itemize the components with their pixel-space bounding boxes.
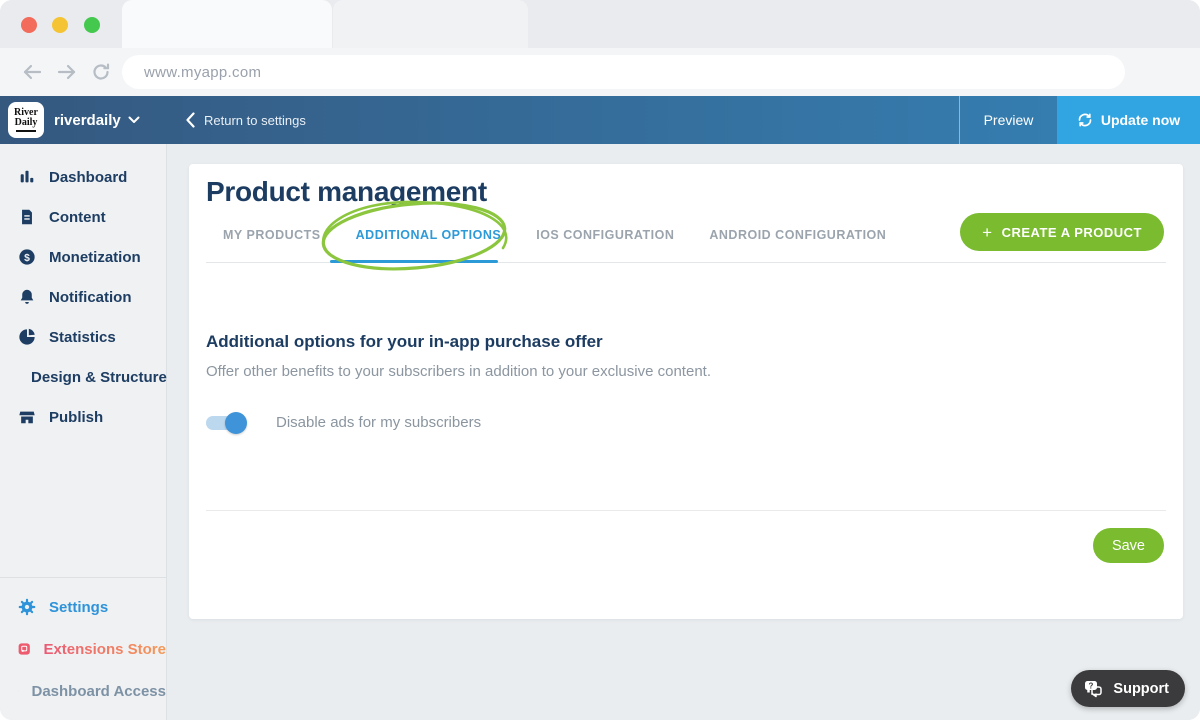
svg-text:?: ?: [1089, 681, 1094, 690]
support-button[interactable]: ? Support: [1071, 670, 1185, 707]
update-now-label: Update now: [1101, 112, 1180, 128]
chevron-left-icon: [186, 112, 195, 128]
extension-icon: [18, 640, 30, 658]
return-to-settings-link[interactable]: Return to settings: [186, 96, 306, 144]
return-to-settings-label: Return to settings: [204, 113, 306, 128]
svg-text:$: $: [24, 253, 30, 264]
sidebar-label: Statistics: [49, 329, 116, 346]
disable-ads-toggle[interactable]: [206, 416, 244, 430]
minimize-window-button[interactable]: [52, 17, 68, 33]
sidebar-label: Notification: [49, 289, 132, 306]
storefront-icon: [18, 408, 36, 426]
sidebar-label: Dashboard Access: [31, 683, 166, 700]
preview-button[interactable]: Preview: [960, 96, 1057, 144]
sidebar-label: Publish: [49, 409, 103, 426]
create-product-button[interactable]: + CREATE A PRODUCT: [960, 213, 1164, 251]
browser-navbar: www.myapp.com: [0, 48, 1200, 96]
account-name: riverdaily: [54, 112, 121, 129]
tab-android-configuration[interactable]: ANDROID CONFIGURATION: [709, 228, 886, 242]
bell-icon: [18, 288, 36, 306]
bar-chart-icon: [18, 168, 36, 186]
page-title: Product management: [206, 176, 487, 208]
refresh-icon: [90, 61, 112, 83]
maximize-window-button[interactable]: [84, 17, 100, 33]
toggle-label: Disable ads for my subscribers: [276, 414, 481, 431]
sidebar-item-settings[interactable]: Settings: [0, 586, 166, 628]
plus-icon: +: [982, 224, 992, 241]
sidebar-label: Extensions Store: [43, 641, 166, 658]
sidebar-item-dashboard[interactable]: Dashboard: [0, 157, 166, 197]
tab-ios-configuration[interactable]: IOS CONFIGURATION: [536, 228, 674, 242]
sidebar-item-extensions-store[interactable]: Extensions Store: [0, 628, 166, 670]
browser-tab-inactive[interactable]: [333, 0, 528, 48]
save-button[interactable]: Save: [1093, 528, 1164, 563]
refresh-button[interactable]: [90, 60, 114, 84]
url-text: www.myapp.com: [144, 64, 261, 81]
sidebar-item-notification[interactable]: Notification: [0, 277, 166, 317]
support-label: Support: [1113, 681, 1169, 697]
address-bar[interactable]: www.myapp.com: [122, 55, 1125, 89]
sidebar-label: Design & Structure: [31, 369, 167, 386]
browser-tab-strip: [0, 0, 1200, 48]
forward-button[interactable]: [55, 60, 79, 84]
browser-tab-active[interactable]: [122, 0, 332, 48]
riverdaily-logo: River Daily: [8, 102, 44, 138]
browser-window: www.myapp.com River Daily riverdaily Ret…: [0, 0, 1200, 720]
sidebar-item-content[interactable]: Content: [0, 197, 166, 237]
toggle-knob: [225, 412, 247, 434]
account-switcher[interactable]: riverdaily: [54, 96, 140, 144]
sidebar: Dashboard Content $ Monetization Notific…: [0, 144, 167, 720]
active-tab-underline: [330, 260, 498, 263]
card-divider: [206, 510, 1166, 511]
sidebar-label: Dashboard: [49, 169, 127, 186]
sidebar-item-monetization[interactable]: $ Monetization: [0, 237, 166, 277]
main-content: Product management MY PRODUCTS ADDITIONA…: [167, 144, 1200, 720]
pie-chart-icon: [18, 328, 36, 346]
sidebar-divider: [0, 577, 166, 578]
back-button[interactable]: [20, 60, 44, 84]
sidebar-label: Monetization: [49, 249, 141, 266]
sidebar-footer: Settings Extensions Store Dashboard Acce…: [0, 577, 166, 720]
update-now-button[interactable]: Update now: [1057, 96, 1200, 144]
section-heading: Additional options for your in-app purch…: [206, 332, 603, 352]
create-product-label: CREATE A PRODUCT: [1002, 225, 1142, 240]
chat-help-icon: ?: [1083, 679, 1105, 699]
forward-arrow-icon: [55, 60, 79, 84]
tab-bar: MY PRODUCTS ADDITIONAL OPTIONS IOS CONFI…: [223, 228, 886, 242]
toggle-row: Disable ads for my subscribers: [206, 414, 481, 431]
sidebar-item-dashboard-access[interactable]: Dashboard Access: [0, 670, 166, 712]
app-top-bar: River Daily riverdaily Return to setting…: [0, 96, 1200, 144]
sidebar-item-publish[interactable]: Publish: [0, 397, 166, 437]
gear-icon: [18, 598, 36, 616]
sidebar-label: Content: [49, 209, 106, 226]
tab-my-products[interactable]: MY PRODUCTS: [223, 228, 321, 242]
tab-additional-options[interactable]: ADDITIONAL OPTIONS: [356, 228, 502, 242]
sidebar-item-statistics[interactable]: Statistics: [0, 317, 166, 357]
logo-line-2: Daily: [15, 118, 38, 128]
sidebar-item-design-structure[interactable]: Design & Structure: [0, 357, 166, 397]
close-window-button[interactable]: [21, 17, 37, 33]
document-icon: [18, 208, 36, 226]
section-description: Offer other benefits to your subscribers…: [206, 363, 711, 380]
dollar-circle-icon: $: [18, 248, 36, 266]
chevron-down-icon: [128, 116, 140, 124]
logo-rule: [16, 130, 36, 132]
back-arrow-icon: [20, 60, 44, 84]
product-management-card: Product management MY PRODUCTS ADDITIONA…: [189, 164, 1183, 619]
sidebar-label: Settings: [49, 599, 108, 616]
sync-icon: [1077, 112, 1093, 128]
